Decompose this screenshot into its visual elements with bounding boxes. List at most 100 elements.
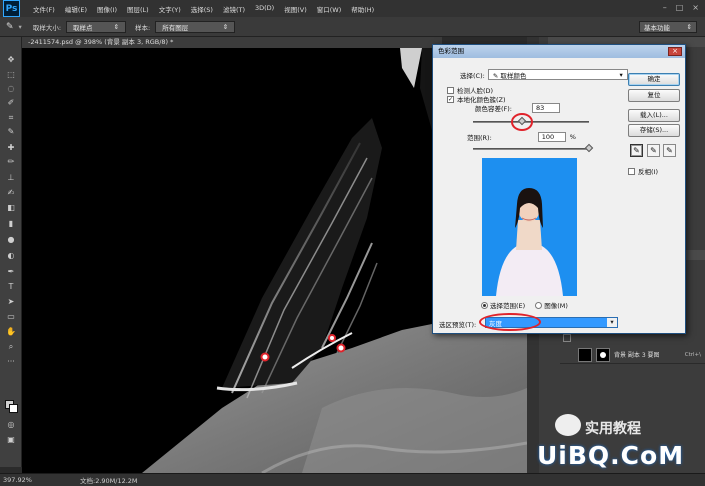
layer-shortcut: Ctrl+\ xyxy=(684,351,701,358)
portrait-thumbnail xyxy=(482,158,577,296)
selection-preview-row: 选区预览(T): xyxy=(439,319,476,329)
range-slider-thumb[interactable] xyxy=(584,143,594,153)
menu-item[interactable]: 窗口(W) xyxy=(312,4,347,14)
image-radio[interactable] xyxy=(535,301,543,309)
fuzziness-input[interactable]: 83 xyxy=(532,103,561,113)
range-slider-track[interactable] xyxy=(473,148,589,150)
chevron-down-icon: ⇕ xyxy=(222,22,229,31)
minimize-icon[interactable]: – xyxy=(663,3,667,12)
color-range-dialog: 色彩范围 × 选择(C): ✎ 取样颜色 ▾ 检测人脸(D) ✓ 本地化颜色簇(… xyxy=(432,44,686,334)
lasso-tool-icon[interactable]: ◌ xyxy=(5,84,17,94)
wechat-logo-icon xyxy=(555,414,581,436)
select-row: 选择(C): ✎ 取样颜色 ▾ xyxy=(460,69,628,80)
annotation-circle xyxy=(511,113,533,131)
photoshop-window: Ps 文件(F) 编辑(E) 图像(I) 图层(L) 文字(Y) 选择(S) 滤镜(T) 3D… xyxy=(0,0,705,486)
pen-tool-icon[interactable]: ✒ xyxy=(5,267,17,277)
path-select-icon[interactable]: ➤ xyxy=(5,297,17,307)
history-brush-icon[interactable]: ✍ xyxy=(5,188,17,198)
close-icon[interactable]: × xyxy=(668,47,682,56)
sample-size-select[interactable]: 取样点 ⇕ xyxy=(66,20,127,33)
localized-clusters-checkbox[interactable]: ✓ xyxy=(447,95,454,103)
chevron-down-icon: ▾ xyxy=(607,318,617,327)
close-icon[interactable]: × xyxy=(692,3,699,12)
selection-radio[interactable] xyxy=(481,301,488,309)
menu-item[interactable]: 选择(S) xyxy=(186,4,218,14)
range-row: 范围(R): 100 % xyxy=(467,132,576,142)
quick-select-tool-icon[interactable]: ✐ xyxy=(5,98,17,108)
save-button[interactable]: 存储(S)... xyxy=(628,124,680,137)
hand-tool-icon[interactable]: ✋ xyxy=(5,327,17,337)
sample-label: 样本: xyxy=(135,23,151,32)
fuzziness-row: 颜色容差(F): 83 xyxy=(475,103,561,113)
add-to-sample-eyedropper-icon[interactable]: ✎ xyxy=(647,144,660,157)
menu-item[interactable]: 图像(I) xyxy=(92,4,122,14)
tools-panel: ✥ ⬚ ◌ ✐ ⌗ ✎ ✚ ✏ ⊥ ✍ ◧ ▮ ● ◐ ✒ T ➤ ▭ ✋ ⌕ … xyxy=(0,37,22,467)
quick-mask-icon[interactable]: ◎ xyxy=(5,420,17,430)
document-info[interactable]: 文档:2.90M/12.2M xyxy=(80,475,138,485)
background-color-swatch[interactable] xyxy=(9,404,18,413)
type-tool-icon[interactable]: T xyxy=(5,282,17,292)
shape-tool-icon[interactable]: ▭ xyxy=(5,312,17,322)
tool-preset-chevron-icon[interactable]: ▾ xyxy=(19,23,22,31)
menu-item[interactable]: 文件(F) xyxy=(28,4,60,14)
invert-row[interactable]: 反相(I) xyxy=(628,166,658,176)
zoom-level[interactable]: 397.92% xyxy=(0,476,32,484)
move-tool-icon[interactable]: ✥ xyxy=(5,55,17,65)
eraser-tool-icon[interactable]: ◧ xyxy=(5,203,17,213)
chevron-down-icon: ⇕ xyxy=(686,23,692,31)
document-tab[interactable]: -2411574.psd @ 398% (背景 副本 3, RGB/8) * xyxy=(22,37,442,48)
eyedropper-tool-icon[interactable]: ✎ xyxy=(6,22,14,32)
eyedropper-icon[interactable]: ✎ xyxy=(630,144,643,157)
menu-item[interactable]: 3D(D) xyxy=(250,4,279,14)
menu-item[interactable]: 帮助(H) xyxy=(346,4,379,14)
ok-button[interactable]: 确定 xyxy=(628,73,680,86)
menu-bar: Ps 文件(F) 编辑(E) 图像(I) 图层(L) 文字(Y) 选择(S) 滤镜(T) 3D… xyxy=(0,0,705,17)
subtract-from-sample-eyedropper-icon[interactable]: ✎ xyxy=(663,144,676,157)
select-dropdown[interactable]: ✎ 取样颜色 ▾ xyxy=(487,69,628,80)
blur-tool-icon[interactable]: ● xyxy=(5,235,17,245)
range-input[interactable]: 100 xyxy=(537,132,566,142)
menu-item[interactable]: 滤镜(T) xyxy=(218,4,250,14)
dialog-title[interactable]: 色彩范围 xyxy=(433,45,685,58)
dodge-tool-icon[interactable]: ◐ xyxy=(5,251,17,261)
workspace-select[interactable]: 基本功能 ⇕ xyxy=(639,21,697,33)
watermark-site: UiBQ.CoM xyxy=(537,441,685,470)
detect-faces-checkbox[interactable] xyxy=(447,86,454,94)
gradient-tool-icon[interactable]: ▮ xyxy=(5,219,17,229)
annotation-ellipse xyxy=(479,313,541,331)
select-label: 选择(C): xyxy=(460,71,485,80)
layer-visibility-icon[interactable] xyxy=(563,334,571,342)
chevron-down-icon: ⇕ xyxy=(113,22,120,31)
menu-item[interactable]: 图层(L) xyxy=(122,4,154,14)
window-controls: – □ × xyxy=(663,3,699,12)
selection-preview-image xyxy=(482,158,577,296)
range-label: 范围(R): xyxy=(467,134,492,142)
sample-select[interactable]: 所有图层 ⇕ xyxy=(155,20,236,33)
zoom-tool-icon[interactable]: ⌕ xyxy=(5,342,17,352)
layer-name: 背景 副本 3 要图 xyxy=(614,352,660,359)
load-button[interactable]: 载入(L)... xyxy=(628,109,680,122)
maximize-icon[interactable]: □ xyxy=(676,3,684,12)
more-tools-icon[interactable]: ··· xyxy=(5,357,17,367)
menu-item[interactable]: 视图(V) xyxy=(279,4,312,14)
fuzziness-label: 颜色容差(F): xyxy=(475,105,513,113)
invert-checkbox[interactable] xyxy=(628,167,635,175)
screen-mode-icon[interactable]: ▣ xyxy=(5,435,17,445)
menu-item[interactable]: 编辑(E) xyxy=(60,4,92,14)
healing-tool-icon[interactable]: ✚ xyxy=(5,143,17,153)
layer-row[interactable]: 背景 副本 3 要图 Ctrl+\ xyxy=(560,346,705,364)
options-bar: ✎ ▾ 取样大小: 取样点 ⇕ 样本: 所有图层 ⇕ xyxy=(0,17,705,37)
brush-tool-icon[interactable]: ✏ xyxy=(5,157,17,167)
watermark-brand: 实用教程 xyxy=(585,421,641,437)
range-unit: % xyxy=(569,133,576,141)
eyedropper-tool-icon[interactable]: ✎ xyxy=(5,127,17,137)
selection-preview-label: 选区预览(T): xyxy=(439,321,477,329)
marquee-tool-icon[interactable]: ⬚ xyxy=(5,70,17,80)
stamp-tool-icon[interactable]: ⊥ xyxy=(5,173,17,183)
reset-button[interactable]: 复位 xyxy=(628,89,680,102)
sample-size-label: 取样大小: xyxy=(32,23,62,32)
crop-tool-icon[interactable]: ⌗ xyxy=(5,113,17,123)
menu-item[interactable]: 文字(Y) xyxy=(154,4,186,14)
ps-logo: Ps xyxy=(3,0,20,17)
layer-mask-thumbnail xyxy=(596,347,610,362)
